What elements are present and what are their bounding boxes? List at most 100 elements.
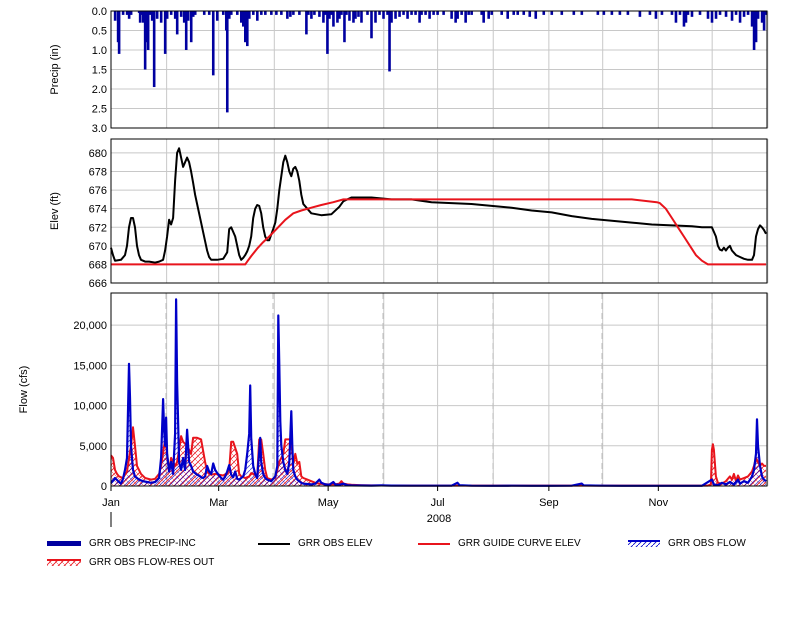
precip-bar [260, 11, 263, 15]
precip-bar [343, 11, 346, 43]
x-tick-label: Mar [209, 497, 228, 509]
flow-plot-frame [110, 292, 768, 487]
flow-tick-label: 20,000 [73, 320, 107, 332]
precip-bar [146, 11, 150, 50]
elev-tick-label: 668 [89, 259, 107, 271]
precip-bar [357, 11, 360, 17]
precip-tick-label: 0.0 [92, 6, 107, 18]
precip-bar [264, 11, 267, 15]
elev-tick-label: 666 [89, 278, 107, 290]
precip-bar [155, 11, 159, 19]
precip-tick-label: 2.0 [92, 84, 107, 96]
precip-bar [374, 11, 377, 23]
precip-bar [117, 11, 121, 54]
precip-bar [179, 11, 183, 17]
precip-bar [528, 11, 532, 17]
precip-bar [310, 11, 313, 19]
precip-bar [382, 11, 385, 19]
precip-bar [313, 11, 316, 15]
precip-bar [710, 11, 714, 23]
flow-tick-label: 5,000 [79, 441, 107, 453]
elev-tick-label: 670 [89, 241, 107, 253]
precip-bar [442, 11, 445, 15]
precip-bar [121, 11, 125, 15]
legend-swatch-precip [47, 540, 81, 546]
legend-label-res-out: GRR OBS FLOW-RES OUT [89, 557, 215, 568]
precip-bar [378, 11, 381, 15]
x-tick-label: Nov [649, 497, 669, 509]
precip-bar [113, 11, 117, 21]
precip-bar [402, 11, 405, 15]
precip-bar [370, 11, 373, 39]
precip-bar [618, 11, 622, 15]
precip-bar [410, 11, 413, 15]
precip-bar [390, 11, 393, 23]
precip-bar [730, 11, 734, 21]
precip-bar [252, 11, 255, 15]
precip-bar [129, 11, 133, 15]
precip-bar [436, 11, 439, 15]
flow-obs-line [110, 298, 767, 487]
precip-bar [432, 11, 435, 15]
precip-bar [414, 11, 417, 15]
precip-bar [420, 11, 423, 15]
precip-tick-label: 2.5 [92, 104, 107, 116]
precip-bar [714, 11, 718, 19]
precip-bar [690, 11, 694, 17]
x-year-label: 2008 [427, 513, 451, 525]
precip-bar [229, 11, 233, 15]
precip-bar [516, 11, 520, 15]
precip-bar [560, 11, 564, 15]
precip-bar [746, 11, 750, 15]
precip-bar [756, 11, 760, 19]
precip-tick-label: 3.0 [92, 123, 107, 135]
precip-bar [394, 11, 397, 19]
flow-y-axis-label: Flow (cfs) [18, 366, 30, 414]
legend-item-precip: GRR OBS PRECIP-INC [47, 538, 196, 549]
legend-swatch-guide-curve [418, 542, 450, 545]
precip-bar [718, 11, 722, 15]
precip-bar [225, 11, 229, 113]
legend-swatch-elev [258, 542, 290, 545]
elev-plot-frame [110, 138, 768, 284]
legend-label-precip: GRR OBS PRECIP-INC [89, 538, 196, 549]
hydrograph-figure: 0.0 0.5 1.0 1.5 2.0 2.5 3.0 Precip (in) 666 668 67… [0, 0, 800, 627]
precip-bar [406, 11, 409, 19]
legend-label-obs-flow: GRR OBS FLOW [668, 538, 746, 549]
flow-tick-label: 15,000 [73, 360, 107, 372]
precip-bar [298, 11, 301, 15]
legend-item-obs-flow: GRR OBS FLOW [628, 538, 746, 549]
precip-bar [275, 11, 278, 15]
precip-bar [678, 11, 682, 15]
precip-bar [670, 11, 674, 15]
precip-bar [596, 11, 600, 15]
precip-bar [332, 11, 335, 27]
precip-bar [626, 11, 630, 15]
precip-bar [193, 11, 197, 15]
elev-tick-label: 672 [89, 222, 107, 234]
flow-obs-area [111, 299, 766, 486]
precip-bar [654, 11, 658, 19]
precip-bar [248, 11, 251, 19]
precip-bar [686, 11, 690, 15]
flow-tick-label: 10,000 [73, 401, 107, 413]
precip-bar [490, 11, 493, 15]
elev-tick-label: 680 [89, 148, 107, 160]
precip-bar [660, 11, 664, 15]
elev-tick-label: 678 [89, 167, 107, 179]
precip-y-axis-label: Precip (in) [49, 44, 61, 94]
precip-bar [456, 11, 459, 19]
legend-label-guide-curve: GRR GUIDE CURVE ELEV [458, 538, 581, 549]
precip-bar [211, 11, 215, 76]
hydrograph-svg: 0.0 0.5 1.0 1.5 2.0 2.5 3.0 Precip (in) 666 668 67… [18, 6, 769, 527]
precip-bar [706, 11, 710, 19]
precip-bar [428, 11, 431, 19]
precip-bar [464, 11, 467, 23]
precip-bar [360, 11, 363, 23]
precip-bar [207, 11, 211, 15]
precip-bar [270, 11, 273, 15]
precip-bar [175, 11, 179, 35]
precip-tick-label: 0.5 [92, 26, 107, 38]
precip-bar [572, 11, 576, 15]
precip-bar [221, 11, 225, 15]
